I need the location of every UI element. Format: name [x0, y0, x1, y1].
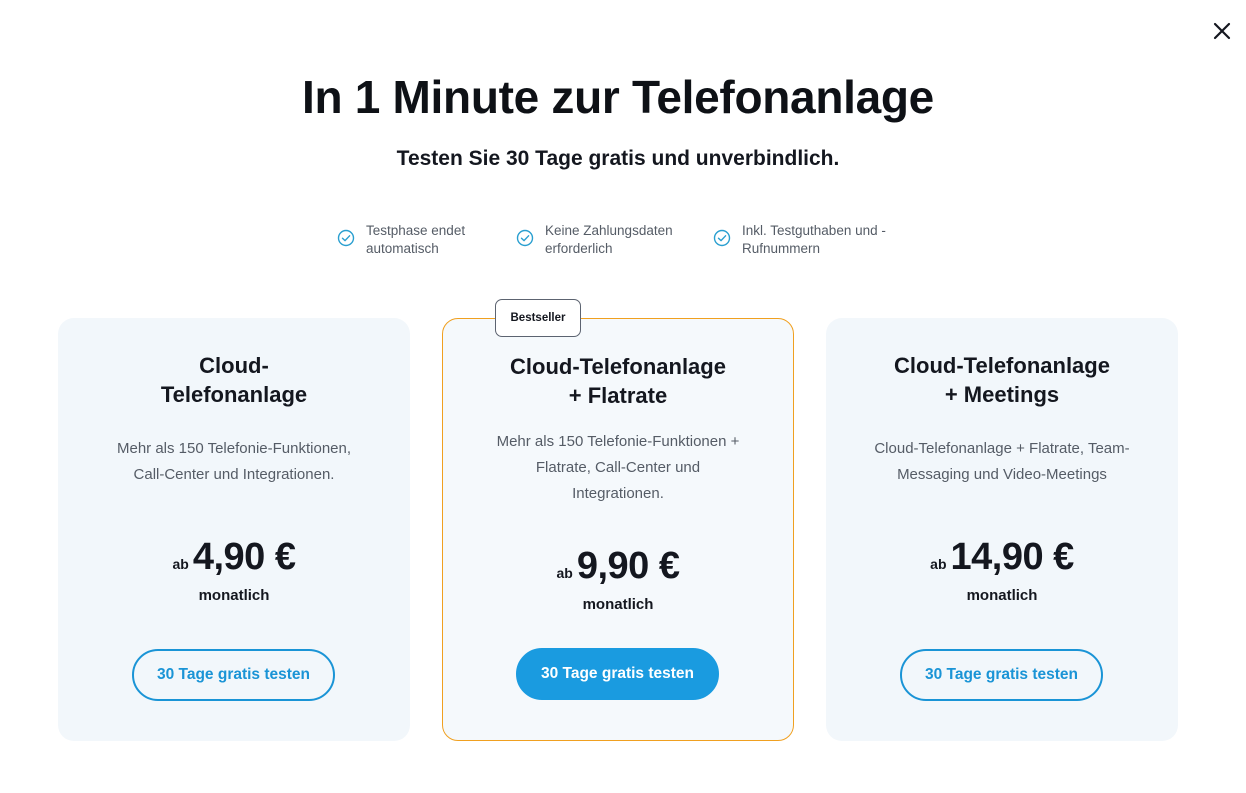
plan-description-line: Cloud-Telefonanlage + Flatrate, Team- — [874, 440, 1130, 457]
plan-price: ab 9,90 € — [443, 545, 793, 588]
plan-title: Cloud-Telefonanlage + Flatrate — [443, 352, 793, 410]
price-period: monatlich — [198, 587, 270, 604]
plan-description-line: Mehr als 150 Telefonie-Funktionen, — [116, 440, 352, 457]
price-amount: 4,90 € — [192, 536, 296, 578]
price-period: monatlich — [966, 587, 1038, 604]
plan-description: Cloud-Telefonanlage + Flatrate, Team- Me… — [826, 436, 1178, 488]
plan-card-cloud-telefonanlage-meetings: Cloud-Telefonanlage + Meetings Cloud-Tel… — [826, 318, 1178, 741]
start-trial-button[interactable]: 30 Tage gratis testen — [900, 649, 1103, 701]
plan-description-line: Call-Center und Integrationen. — [133, 466, 335, 483]
plan-title: Cloud- Telefonanlage — [58, 351, 410, 409]
feature-text-line: Inkl. Testguthaben und - — [742, 223, 886, 238]
plan-description-line: Mehr als 150 Telefonie-Funktionen + — [496, 433, 740, 450]
bestseller-badge: Bestseller — [495, 299, 581, 337]
feature-text-line: erforderlich — [545, 241, 613, 256]
price-prefix: ab — [556, 565, 573, 581]
plan-title-line: Cloud- — [199, 353, 269, 378]
plan-title-line: + Flatrate — [568, 383, 668, 408]
price-amount: 14,90 € — [950, 536, 1075, 578]
start-trial-button[interactable]: 30 Tage gratis testen — [516, 648, 719, 700]
check-circle-icon — [713, 229, 731, 247]
feature-text-line: automatisch — [366, 241, 439, 256]
feature-item-no-payment: Keine Zahlungsdaten erforderlich — [516, 222, 673, 258]
plan-title-line: Cloud-Telefonanlage — [894, 353, 1110, 378]
plan-description-line: Messaging und Video-Meetings — [897, 466, 1107, 483]
price-prefix: ab — [930, 556, 947, 572]
plan-description: Mehr als 150 Telefonie-Funktionen + Flat… — [443, 429, 793, 507]
plan-title-line: Cloud-Telefonanlage — [510, 354, 726, 379]
check-circle-icon — [337, 229, 355, 247]
plan-card-cloud-telefonanlage-flatrate: Bestseller Cloud-Telefonanlage + Flatrat… — [442, 299, 794, 741]
plan-description: Mehr als 150 Telefonie-Funktionen, Call-… — [58, 436, 410, 488]
plan-title: Cloud-Telefonanlage + Meetings — [826, 351, 1178, 409]
price-period: monatlich — [582, 596, 654, 613]
feature-item-test-credit: Inkl. Testguthaben und - Rufnummern — [713, 222, 886, 258]
page-subtitle: Testen Sie 30 Tage gratis und unverbindl… — [396, 147, 840, 170]
plan-price: ab 14,90 € — [826, 536, 1178, 579]
close-button[interactable] — [1209, 18, 1235, 44]
pricing-modal: In 1 Minute zur Telefonanlage Testen Sie… — [0, 0, 1246, 793]
plan-description-line: Flatrate, Call-Center und — [535, 459, 701, 476]
check-circle-icon — [516, 229, 534, 247]
price-amount: 9,90 € — [576, 545, 680, 587]
page-title: In 1 Minute zur Telefonanlage — [302, 71, 934, 123]
plan-card-cloud-telefonanlage: Cloud- Telefonanlage Mehr als 150 Telefo… — [58, 318, 410, 741]
start-trial-button[interactable]: 30 Tage gratis testen — [132, 649, 335, 701]
plan-price: ab 4,90 € — [58, 536, 410, 579]
close-icon — [1213, 22, 1231, 40]
feature-item-trial-ends: Testphase endet automatisch — [337, 222, 465, 258]
price-prefix: ab — [172, 556, 189, 572]
plan-title-line: Telefonanlage — [160, 382, 308, 407]
plan-title-line: + Meetings — [944, 382, 1060, 407]
plan-description-line: Integrationen. — [572, 485, 664, 502]
feature-text-line: Rufnummern — [742, 241, 821, 256]
feature-text-line: Keine Zahlungsdaten — [545, 223, 673, 238]
feature-text-line: Testphase endet — [366, 223, 466, 238]
